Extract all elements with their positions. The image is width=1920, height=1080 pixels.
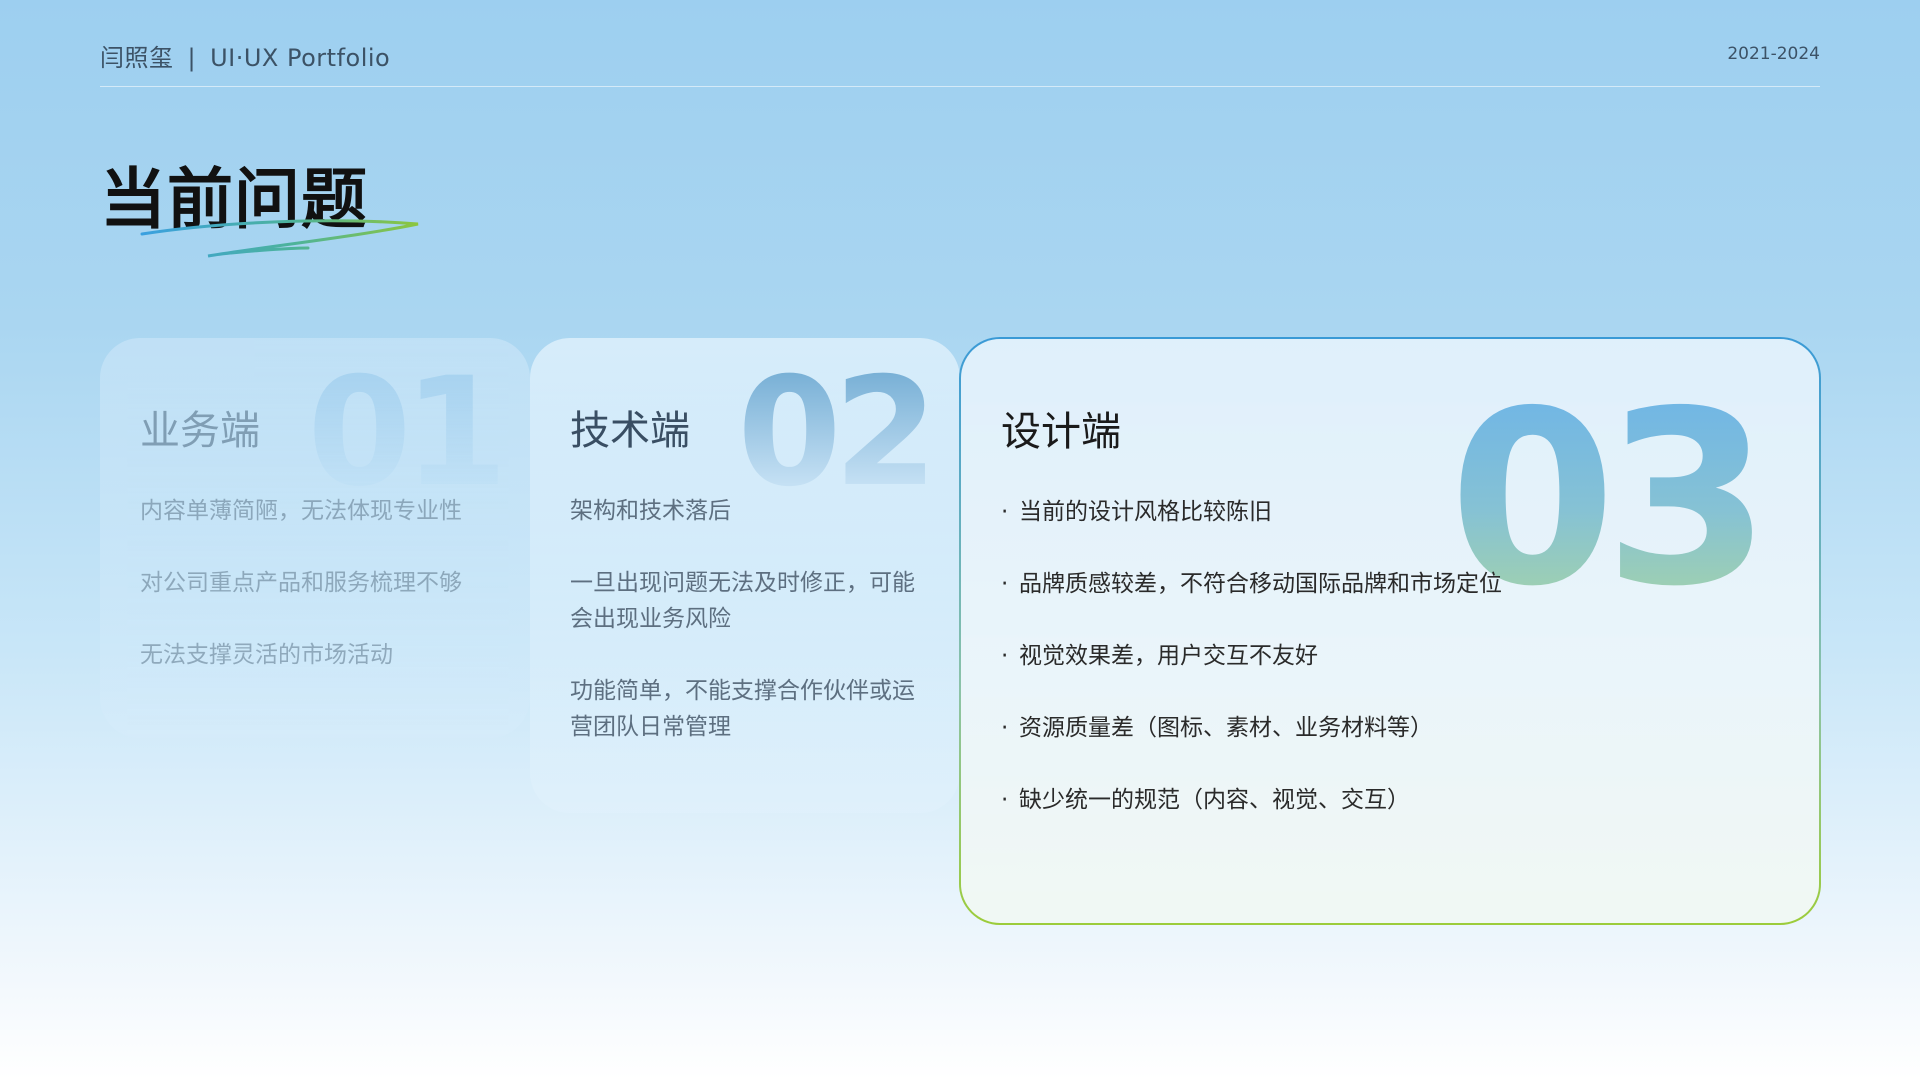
card-item-list: 当前的设计风格比较陈旧 品牌质感较差，不符合移动国际品牌和市场定位 视觉效果差，… [1001, 494, 1791, 854]
list-item: 一旦出现问题无法及时修正，可能会出现业务风险 [570, 570, 915, 632]
card-business: 01 业务端 内容单薄简陋，无法体现专业性 对公司重点产品和服务梳理不够 无法支… [100, 338, 530, 738]
list-item: 资源质量差（图标、素材、业务材料等） [1001, 710, 1791, 746]
list-item: 内容单薄简陋，无法体现专业性 [140, 498, 462, 524]
card-number: 02 [737, 346, 938, 520]
card-technical: 02 技术端 架构和技术落后 一旦出现问题无法及时修正，可能会出现业务风险 功能… [530, 338, 960, 813]
portfolio-subtitle: UI·UX Portfolio [210, 44, 391, 72]
list-item: 缺少统一的规范（内容、视觉、交互） [1001, 782, 1791, 818]
list-item: 无法支撑灵活的市场活动 [140, 642, 393, 668]
card-heading: 设计端 [1001, 409, 1121, 455]
page-header: 闫照玺 | UI·UX Portfolio 2021-2024 [100, 36, 1820, 87]
author-name: 闫照玺 [100, 44, 174, 72]
list-item: 视觉效果差，用户交互不友好 [1001, 638, 1791, 674]
card-item-list: 内容单薄简陋，无法体现专业性 对公司重点产品和服务梳理不够 无法支撑灵活的市场活… [140, 493, 502, 709]
header-separator: | [187, 44, 197, 72]
list-item: 品牌质感较差，不符合移动国际品牌和市场定位 [1001, 566, 1791, 602]
header-left: 闫照玺 | UI·UX Portfolio [100, 38, 390, 73]
card-item-list: 架构和技术落后 一旦出现问题无法及时修正，可能会出现业务风险 功能简单，不能支撑… [570, 493, 932, 781]
card-heading: 业务端 [140, 408, 260, 454]
year-range: 2021-2024 [1727, 44, 1820, 64]
card-number: 01 [307, 346, 508, 520]
list-item: 功能简单，不能支撑合作伙伴或运营团队日常管理 [570, 678, 915, 740]
title-underline-swoosh [140, 219, 419, 258]
list-item: 对公司重点产品和服务梳理不够 [140, 570, 462, 596]
card-heading: 技术端 [570, 408, 690, 454]
card-design: 03 设计端 当前的设计风格比较陈旧 品牌质感较差，不符合移动国际品牌和市场定位… [960, 338, 1820, 924]
list-item: 当前的设计风格比较陈旧 [1001, 494, 1791, 530]
list-item: 架构和技术落后 [570, 498, 731, 524]
